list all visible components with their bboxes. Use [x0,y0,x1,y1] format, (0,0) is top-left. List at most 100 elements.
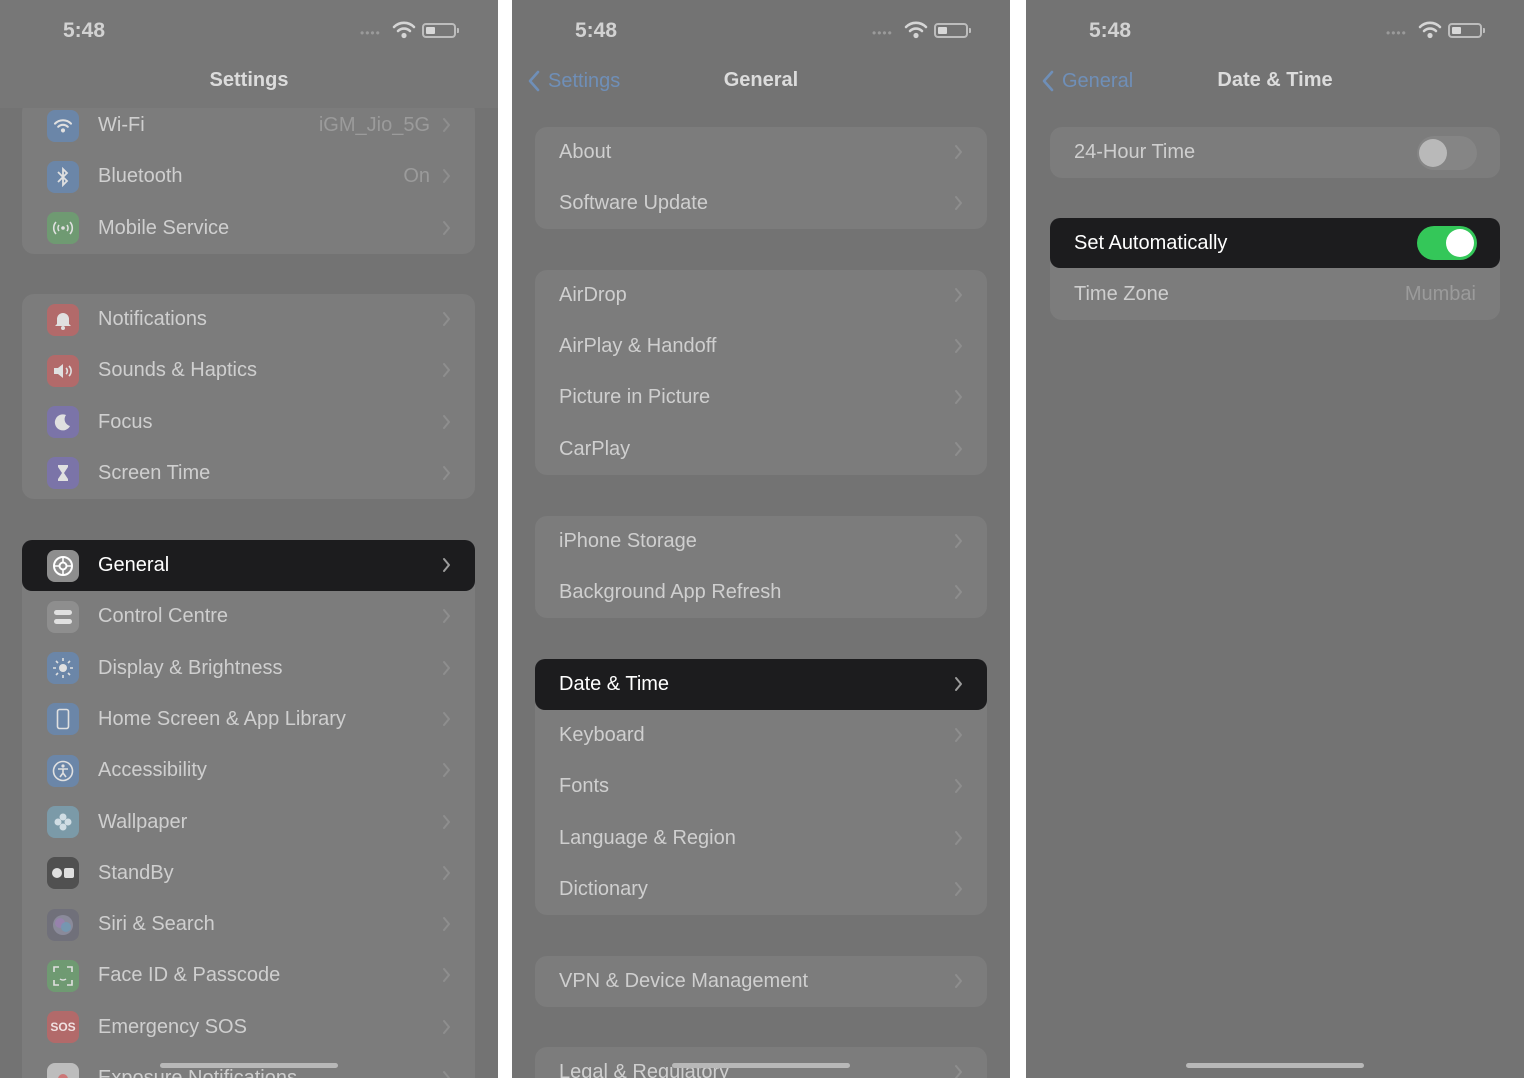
general-row-vpn-and-device-management[interactable]: VPN & Device Management [535,956,987,1007]
status-time: 5:48 [63,19,106,42]
settings-row-wallpaper[interactable]: Wallpaper [22,797,475,848]
settings-row-bluetooth[interactable]: Bluetooth On [22,151,475,202]
home-indicator [672,1063,850,1068]
row-value: iGM_Jio_5G [318,114,430,136]
page-title: Settings [209,69,289,91]
hour24-row: 24-Hour Time [1050,127,1500,178]
general-row-airplay-and-handoff[interactable]: AirPlay & Handoff [535,321,987,372]
general-row-carplay[interactable]: CarPlay [535,424,987,475]
settings-group: Wi-Fi iGM_Jio_5G Bluetooth On Mobile Service [22,100,475,254]
settings-row-general[interactable]: General [22,540,475,591]
row-label: Wallpaper [98,810,188,833]
general-row-language-and-region[interactable]: Language & Region [535,813,987,864]
general-row-date-and-time[interactable]: Date & Time [535,659,987,710]
settings-row-focus[interactable]: Focus [22,397,475,448]
time-zone-row: Time Zone Mumbai [1050,269,1500,320]
row-label: Picture in Picture [559,386,711,409]
row-label: Fonts [559,775,610,798]
row-label: CarPlay [559,437,631,460]
page-title: General [723,69,799,91]
row-label: Wi-Fi [98,114,145,136]
chevron-right-icon [443,169,450,184]
settings-row-screen-time[interactable]: Screen Time [22,448,475,499]
general-row-about[interactable]: About [535,127,987,178]
hour24-toggle[interactable] [1417,136,1477,170]
chevron-right-icon [955,779,962,794]
set-automatically-toggle[interactable] [1417,226,1477,260]
settings-row-accessibility[interactable]: Accessibility [22,745,475,796]
toggle-knob [1446,229,1474,257]
chevron-right-icon [955,145,962,159]
chevron-right-icon [443,814,450,829]
row-label: Notifications [98,308,207,330]
wifi-icon [47,109,79,142]
row-label: VPN & Device Management [559,970,809,992]
settings-row-control-centre[interactable]: Control Centre [22,591,475,642]
home-indicator [1186,1063,1364,1068]
settings-group: General Control Centre Display & Brightnes… [22,540,475,1078]
switches-icon [47,600,79,633]
row-label: Screen Time [98,461,211,484]
general-row-picture-in-picture[interactable]: Picture in Picture [535,372,987,423]
settings-row-standby[interactable]: StandBy [22,848,475,899]
sos-text: SOS [50,1020,76,1035]
general-row-keyboard[interactable]: Keyboard [535,710,987,761]
general-group: About Software Update [535,127,987,230]
set-automatically-label: Set Automatically [1074,231,1228,254]
chevron-right-icon [443,865,450,880]
home-indicator [160,1063,338,1068]
general-row-fonts[interactable]: Fonts [535,761,987,812]
row-label: Bluetooth [98,165,183,188]
chevron-right-icon [955,441,962,456]
chevron-right-icon [955,974,962,988]
settings-row-notifications[interactable]: Notifications [22,294,475,345]
wifi-status-icon [1418,21,1442,39]
row-label: Sounds & Haptics [98,359,257,382]
bluetooth-icon [47,160,79,193]
settings-row-mobile-service[interactable]: Mobile Service [22,203,475,254]
status-time: 5:48 [575,19,618,42]
time-zone-label: Time Zone [1074,283,1169,305]
chevron-right-icon [443,917,450,932]
row-label: AirPlay & Handoff [559,335,717,358]
general-row-airdrop[interactable]: AirDrop [535,270,987,321]
row-label: Emergency SOS [98,1015,247,1038]
signal-dots-icon: •••• [1386,26,1407,40]
settings-screen: Wi-Fi iGM_Jio_5G Bluetooth On Mobile Service… [0,0,498,1078]
row-label: Background App Refresh [559,581,782,604]
sos-icon: SOS [47,1011,79,1044]
general-row-dictionary[interactable]: Dictionary [535,864,987,915]
general-row-software-update[interactable]: Software Update [535,178,987,229]
speaker-icon [47,354,79,387]
chevron-right-icon [443,118,450,132]
chevron-right-icon [955,288,962,302]
siri-icon [47,908,79,941]
general-row-iphone-storage[interactable]: iPhone Storage [535,516,987,567]
signal-dots-icon: •••• [360,26,381,40]
settings-row-display-and-brightness[interactable]: Display & Brightness [22,643,475,694]
wifi-status-icon [392,21,416,39]
chevron-right-icon [955,677,962,691]
settings-row-home-screen-and-app-library[interactable]: Home Screen & App Library [22,694,475,745]
row-label: iPhone Storage [559,530,697,552]
general-row-background-app-refresh[interactable]: Background App Refresh [535,567,987,618]
hourglass-icon [47,457,79,490]
row-label: Display & Brightness [98,656,283,679]
general-group: VPN & Device Management [535,956,987,1008]
auto-time-group: Set Automatically Time Zone Mumbai [1050,218,1500,320]
chevron-right-icon [443,711,450,726]
chevron-right-icon [443,414,450,429]
chevron-right-icon [955,390,962,405]
chevron-right-icon [443,968,450,983]
row-value: On [403,165,430,188]
chevron-right-icon [955,585,962,600]
row-label: Keyboard [559,724,645,747]
general-screen: 5:48 •••• Settings General About Software… [512,0,1010,1078]
settings-row-sounds-and-haptics[interactable]: Sounds & Haptics [22,345,475,396]
battery-icon [934,23,971,38]
chevron-right-icon [443,465,450,480]
settings-row-face-id-and-passcode[interactable]: Face ID & Passcode [22,950,475,1001]
settings-row-emergency-sos[interactable]: SOS Emergency SOS [22,1002,475,1053]
general-group: AirDrop AirPlay & Handoff Picture in Pictu… [535,270,987,475]
settings-row-siri-and-search[interactable]: Siri & Search [22,899,475,950]
